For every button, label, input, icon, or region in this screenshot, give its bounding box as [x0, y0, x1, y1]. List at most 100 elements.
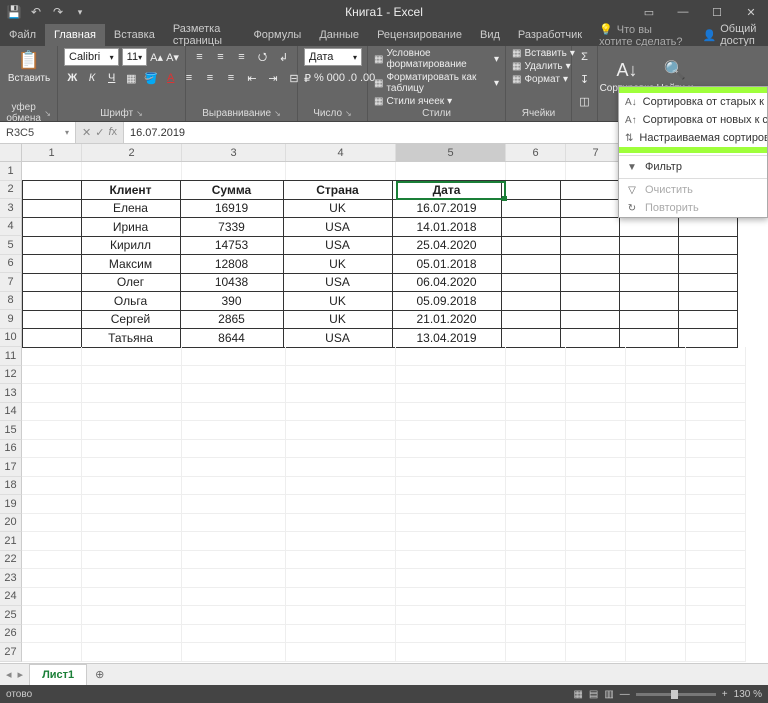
- cell[interactable]: UK: [283, 291, 393, 311]
- cell[interactable]: [626, 440, 686, 459]
- row-header[interactable]: 2: [0, 181, 22, 200]
- cell[interactable]: [566, 458, 626, 477]
- format-cells-button[interactable]: ▦ Формат ▾: [512, 74, 568, 85]
- cell[interactable]: [82, 588, 182, 607]
- cell[interactable]: [686, 458, 746, 477]
- col-header[interactable]: 4: [286, 144, 396, 161]
- row-header[interactable]: 23: [0, 569, 22, 588]
- cell[interactable]: [566, 551, 626, 570]
- cell[interactable]: [286, 606, 396, 625]
- tab-file[interactable]: Файл: [0, 24, 45, 46]
- cell[interactable]: [501, 254, 561, 274]
- cell[interactable]: UK: [283, 199, 393, 219]
- cell[interactable]: Елена: [81, 199, 181, 219]
- cell[interactable]: [686, 551, 746, 570]
- cell[interactable]: [182, 588, 286, 607]
- cell[interactable]: [560, 254, 620, 274]
- dialog-launcher-icon[interactable]: ↘: [136, 109, 143, 118]
- cell[interactable]: [286, 588, 396, 607]
- cell[interactable]: [566, 421, 626, 440]
- cell[interactable]: [182, 403, 286, 422]
- fill-color-icon[interactable]: 🪣: [143, 69, 160, 87]
- undo-icon[interactable]: ↶: [26, 2, 46, 22]
- orientation-icon[interactable]: ⭯: [254, 48, 272, 66]
- cell[interactable]: [566, 588, 626, 607]
- cell[interactable]: Дата: [392, 180, 502, 200]
- row-header[interactable]: 26: [0, 625, 22, 644]
- format-table-button[interactable]: ▦ Форматировать как таблицу ▾: [374, 72, 499, 94]
- percent-icon[interactable]: %: [314, 69, 324, 87]
- cond-format-button[interactable]: ▦ Условное форматирование ▾: [374, 48, 499, 70]
- col-header[interactable]: 1: [22, 144, 82, 161]
- cell[interactable]: [396, 625, 506, 644]
- share-button[interactable]: 👤 Общий доступ: [695, 23, 768, 47]
- row-header[interactable]: 25: [0, 606, 22, 625]
- cell[interactable]: 16919: [180, 199, 284, 219]
- cell[interactable]: [678, 236, 738, 256]
- cell[interactable]: Олег: [81, 273, 181, 293]
- cell[interactable]: [82, 162, 182, 181]
- row-header[interactable]: 7: [0, 273, 22, 292]
- cell[interactable]: [22, 625, 82, 644]
- cell[interactable]: [501, 291, 561, 311]
- cell[interactable]: [686, 569, 746, 588]
- autosum-icon[interactable]: Σ: [576, 48, 594, 66]
- cell[interactable]: [560, 310, 620, 330]
- cell[interactable]: [506, 643, 566, 662]
- col-header[interactable]: 2: [82, 144, 182, 161]
- cell[interactable]: 25.04.2020: [392, 236, 502, 256]
- cell[interactable]: [566, 347, 626, 366]
- cell[interactable]: [286, 551, 396, 570]
- cell[interactable]: [626, 384, 686, 403]
- cell[interactable]: [619, 328, 679, 348]
- cell[interactable]: [22, 551, 82, 570]
- cell[interactable]: [82, 366, 182, 385]
- bold-icon[interactable]: Ж: [64, 69, 81, 87]
- cell[interactable]: [22, 236, 82, 256]
- col-header[interactable]: 5: [396, 144, 506, 161]
- cell[interactable]: [678, 273, 738, 293]
- align-mid-icon[interactable]: ≡: [212, 48, 230, 66]
- cell[interactable]: USA: [283, 328, 393, 348]
- cell[interactable]: [286, 625, 396, 644]
- cell[interactable]: [619, 217, 679, 237]
- cell[interactable]: [566, 162, 626, 181]
- cell[interactable]: [182, 551, 286, 570]
- cell[interactable]: [560, 328, 620, 348]
- cell[interactable]: [396, 458, 506, 477]
- cell[interactable]: [22, 180, 82, 200]
- cell[interactable]: [22, 273, 82, 293]
- name-box[interactable]: R3C5▾: [0, 122, 76, 143]
- cell[interactable]: [396, 347, 506, 366]
- cell[interactable]: [619, 236, 679, 256]
- cell[interactable]: [566, 384, 626, 403]
- cell[interactable]: [82, 551, 182, 570]
- cell[interactable]: [686, 588, 746, 607]
- cell[interactable]: [396, 477, 506, 496]
- insert-cells-button[interactable]: ▦ Вставить ▾: [512, 48, 575, 59]
- col-header[interactable]: 7: [566, 144, 626, 161]
- cell[interactable]: 05.01.2018: [392, 254, 502, 274]
- cell[interactable]: [182, 606, 286, 625]
- cell[interactable]: [626, 643, 686, 662]
- cell[interactable]: Клиент: [81, 180, 181, 200]
- tab-formulas[interactable]: Формулы: [244, 24, 310, 46]
- cell[interactable]: [82, 477, 182, 496]
- cell[interactable]: [396, 606, 506, 625]
- cell[interactable]: [22, 606, 82, 625]
- cell[interactable]: [22, 366, 82, 385]
- indent-inc-icon[interactable]: ⇥: [264, 69, 282, 87]
- cell[interactable]: [626, 366, 686, 385]
- row-header[interactable]: 10: [0, 329, 22, 348]
- cell[interactable]: [506, 514, 566, 533]
- cell[interactable]: [396, 551, 506, 570]
- worksheet-grid[interactable]: 123456789 12КлиентСуммаСтранаДата3Елена1…: [0, 144, 768, 663]
- cell[interactable]: [626, 514, 686, 533]
- cell[interactable]: [619, 273, 679, 293]
- cell[interactable]: [82, 421, 182, 440]
- cell[interactable]: [566, 477, 626, 496]
- cell[interactable]: [182, 440, 286, 459]
- cell[interactable]: [566, 625, 626, 644]
- cell[interactable]: [506, 440, 566, 459]
- qat-more-icon[interactable]: ▾: [70, 2, 90, 22]
